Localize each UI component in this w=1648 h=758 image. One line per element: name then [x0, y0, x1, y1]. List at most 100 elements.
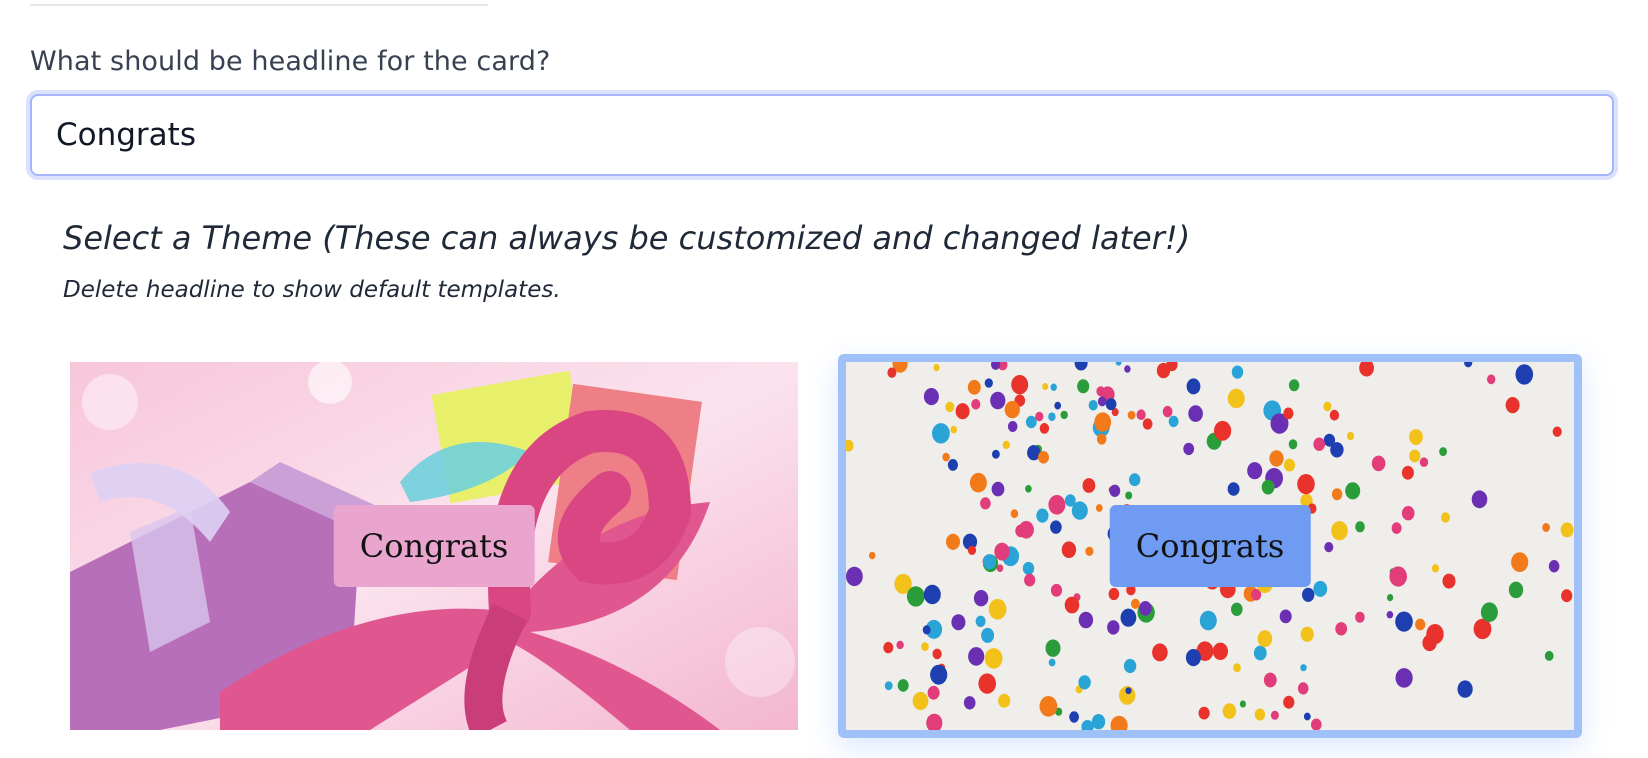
balloon-dot — [1139, 601, 1152, 616]
balloon-dot — [1011, 375, 1029, 395]
balloon-dot — [1050, 383, 1057, 391]
balloon-dot — [1035, 411, 1044, 422]
theme-section-subtitle: Delete headline to show default template… — [63, 277, 561, 303]
balloon-dot — [1439, 447, 1447, 457]
theme-card-gift[interactable]: Congrats — [70, 362, 798, 730]
balloon-dot — [990, 391, 1006, 410]
balloon-dot — [955, 403, 970, 420]
balloon-dot — [1297, 682, 1309, 695]
balloon-dot — [1303, 712, 1311, 721]
balloon-dot — [884, 681, 893, 691]
balloon-dot — [923, 388, 939, 406]
balloon-dot — [978, 673, 996, 694]
balloon-dot — [1297, 474, 1315, 495]
balloon-dot — [1183, 442, 1195, 456]
balloon-dot — [1544, 650, 1554, 661]
balloon-dot — [1096, 433, 1107, 445]
balloon-dot — [897, 679, 909, 692]
headline-question-label: What should be headline for the card? — [30, 46, 551, 77]
balloon-dot — [1300, 664, 1307, 672]
balloon-dot — [1036, 508, 1049, 523]
balloon-dot — [971, 399, 981, 410]
balloon-dot — [1212, 642, 1228, 660]
balloon-dot — [1345, 482, 1361, 500]
balloon-dot — [1257, 630, 1273, 648]
balloon-dot — [1386, 611, 1394, 619]
balloon-dot — [975, 615, 986, 627]
balloon-dot — [1109, 484, 1121, 497]
balloon-dot — [1391, 522, 1402, 534]
balloon-dot — [991, 481, 1005, 497]
balloon-dot — [1300, 626, 1314, 642]
balloon-dot — [1395, 668, 1413, 688]
balloon-dot — [1331, 488, 1343, 501]
balloon-dot — [1085, 546, 1094, 556]
balloon-dot — [930, 664, 948, 685]
balloon-dot — [1261, 479, 1275, 495]
headline-input[interactable] — [30, 94, 1614, 176]
theme-card-balloons[interactable]: Congrats — [838, 354, 1582, 738]
balloon-dot — [1050, 583, 1063, 597]
balloon-dot — [1335, 622, 1348, 636]
balloon-dot — [1185, 649, 1201, 667]
balloon-dot — [967, 379, 981, 395]
balloon-dot — [1214, 420, 1232, 441]
balloon-dot — [984, 378, 993, 388]
balloon-dot — [1233, 663, 1241, 673]
balloon-dot — [1302, 587, 1315, 602]
balloon-dot — [1426, 624, 1444, 645]
balloon-dot — [922, 625, 931, 635]
balloon-dot — [932, 648, 942, 660]
balloon-dot — [1095, 504, 1103, 512]
balloon-dot — [1371, 455, 1386, 472]
balloon-dot — [951, 614, 966, 631]
balloon-dot — [896, 640, 904, 650]
balloon-dot — [988, 598, 1007, 620]
balloon-dot — [1054, 401, 1062, 410]
balloon-dot — [1094, 412, 1112, 432]
balloon-dot — [1198, 706, 1210, 720]
balloon-dot — [1288, 439, 1298, 450]
balloon-dot — [1162, 405, 1173, 418]
balloon-dot — [1419, 457, 1429, 467]
balloon-dot — [1560, 522, 1574, 538]
balloon-dot — [1441, 512, 1450, 523]
balloon-dot — [1515, 364, 1534, 385]
balloon-dot — [1018, 521, 1034, 539]
balloon-dot — [1222, 703, 1237, 719]
balloon-dot — [1329, 409, 1340, 421]
balloon-dot — [1548, 560, 1560, 573]
balloon-dot — [1129, 473, 1141, 487]
balloon-dot — [933, 364, 940, 372]
balloon-dot — [906, 586, 925, 607]
balloon-dot — [969, 472, 987, 493]
balloon-dot — [1542, 523, 1550, 532]
balloon-dot — [1097, 396, 1107, 407]
balloon-dot — [950, 425, 957, 434]
balloon-dot — [1227, 482, 1240, 496]
balloon-dot — [1048, 495, 1066, 515]
balloon-dot — [1004, 400, 1020, 419]
balloon-dot — [1247, 462, 1263, 480]
balloon-dot — [1254, 708, 1266, 721]
balloon-dot — [1152, 643, 1168, 662]
balloon-dot — [1227, 388, 1245, 409]
balloon-dot — [1442, 573, 1456, 589]
balloon-dot — [1124, 365, 1131, 373]
balloon-dot — [1045, 639, 1061, 657]
balloon-dot — [1471, 490, 1488, 509]
balloon-dot — [1088, 400, 1098, 411]
card-headline-label: Congrats — [1109, 505, 1311, 587]
balloon-dot — [1186, 378, 1201, 395]
balloon-dot — [1269, 450, 1284, 467]
balloon-dot — [942, 452, 950, 462]
balloon-dot — [1331, 521, 1348, 541]
balloon-dot — [1042, 383, 1049, 390]
balloon-dot — [921, 642, 929, 651]
balloon-dot — [1313, 580, 1328, 597]
balloon-dot — [1270, 710, 1279, 720]
balloon-dot — [1091, 714, 1106, 730]
balloon-dot — [984, 648, 1003, 669]
balloon-dot — [1064, 494, 1076, 507]
balloon-dot — [1127, 410, 1136, 420]
